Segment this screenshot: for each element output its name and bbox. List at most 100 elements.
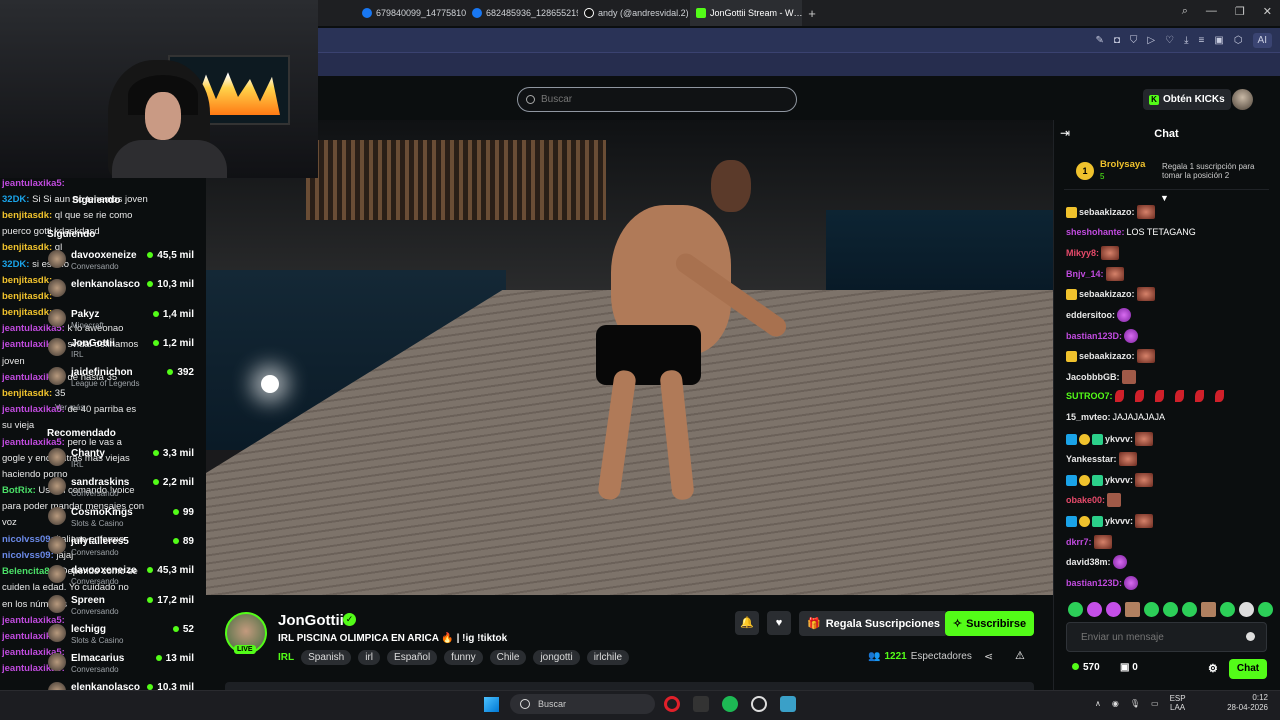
show-more-link[interactable]: Ver más [55,403,84,412]
emote-button[interactable] [1239,602,1254,617]
chat-username[interactable]: SUTROO7: [1066,390,1113,402]
browser-tab-2[interactable]: 682485936_12865521995… [466,0,578,26]
video-player[interactable] [206,120,1053,595]
emote-button[interactable] [1182,602,1197,617]
search-input[interactable] [541,94,771,105]
tag[interactable]: irlchile [586,650,630,665]
steam-icon[interactable] [751,696,767,712]
get-kicks-button[interactable]: K Obtén KICKs [1143,89,1231,110]
chat-username[interactable]: ykvvv: [1105,515,1133,527]
shield-tray-icon[interactable]: ◉ [1112,699,1119,708]
chat-username[interactable]: BotRix: [2,485,36,496]
tag[interactable]: jongotti [533,650,580,665]
wallet-icon[interactable]: ▣ [1214,35,1223,46]
user-avatar[interactable] [1232,89,1253,110]
emote-button[interactable] [1220,602,1235,617]
gear-icon[interactable]: ⚙ [1208,662,1218,675]
chat-username[interactable]: benjitasdk: [2,388,52,399]
notepad-icon[interactable] [780,696,796,712]
subscribe-button[interactable]: ✧ Suscribirse [945,611,1034,636]
search-box[interactable] [517,87,797,112]
emote-button[interactable] [1201,602,1216,617]
emote-button[interactable] [1106,602,1121,617]
chat-username[interactable]: david38m: [1066,556,1111,568]
shield-icon[interactable]: ⛉ [1130,35,1138,46]
chat-username[interactable]: nicolvss09: [2,550,54,561]
gift-subs-button[interactable]: 🎁 Regala Suscripciones [799,611,949,636]
close-button[interactable]: ✕ [1263,5,1272,18]
search-tabs-icon[interactable]: ⌕ [1182,5,1188,18]
send-chat-button[interactable]: Chat [1229,659,1267,679]
chat-username[interactable]: dkrr7: [1066,536,1092,548]
emoji-picker-icon[interactable] [1246,632,1255,641]
chat-username[interactable]: benjitasdk: [2,291,52,302]
chat-username[interactable]: sebaakizazo: [1079,350,1135,362]
chat-username[interactable]: 32DK: [2,194,29,205]
minimize-button[interactable]: — [1206,5,1217,18]
tag[interactable]: irl [358,650,381,665]
chat-username[interactable]: eddersitoo: [1066,309,1115,321]
chat-username[interactable]: 32DK: [2,259,29,270]
chat-username[interactable]: obake00: [1066,494,1105,506]
chat-username[interactable]: jeantulaxika5: [2,178,65,189]
spotify-icon[interactable] [722,696,738,712]
top-gifter-name[interactable]: Brolysaya [1100,159,1145,170]
chat-username[interactable]: sheshohante: [1066,226,1125,238]
chat-username[interactable]: ykvvv: [1105,433,1133,445]
chat-username[interactable]: 15_mvteo: [1066,411,1111,423]
tag[interactable]: Chile [489,650,527,665]
gift-counter[interactable]: ▣ 0 [1120,662,1138,673]
chat-username[interactable]: ykvvv: [1105,474,1133,486]
chat-username[interactable]: bastian123D: [1066,330,1122,342]
chat-username[interactable]: Mikyy8: [1066,247,1099,259]
emote-button[interactable] [1144,602,1159,617]
opera-icon[interactable] [664,696,680,712]
tag[interactable]: Spanish [301,650,352,665]
gift-prompt[interactable]: Regala 1 suscripción para tomar la posic… [1162,162,1267,180]
category-link[interactable]: IRL [278,652,294,663]
chat-username[interactable]: Bnjv_14: [1066,268,1104,280]
edit-icon[interactable]: ✎ [1095,35,1103,46]
maximize-button[interactable]: ❐ [1235,5,1245,18]
follow-button[interactable]: ♥ [767,611,791,635]
chat-username[interactable]: Yankesstar: [1066,453,1117,465]
emote-button[interactable] [1163,602,1178,617]
language-indicator[interactable]: ESP LAA [1170,694,1186,712]
chat-username[interactable]: sebaakizazo: [1079,288,1135,300]
emote-button[interactable] [1125,602,1140,617]
chat-username[interactable]: benjitasdk: [2,242,52,253]
tag[interactable]: funny [444,650,483,665]
epic-games-icon[interactable] [693,696,709,712]
menu-icon[interactable]: ≡ [1199,35,1205,46]
scroll-down-icon[interactable]: ▼ [1160,193,1169,203]
chat-username[interactable]: benjitasdk: [2,210,52,221]
chat-username[interactable]: nicolvss09: [2,534,54,545]
notification-bell-button[interactable]: 🔔 [735,611,759,635]
microphone-icon[interactable]: 🎙 [1130,699,1140,708]
download-icon[interactable]: ⤓ [1184,35,1188,46]
monitor-icon[interactable]: ▭ [1151,699,1159,708]
taskbar-search[interactable]: Buscar [510,694,655,714]
emote-button[interactable] [1087,602,1102,617]
chevron-up-icon[interactable]: ∧ [1095,699,1101,708]
new-tab-button[interactable]: + [802,6,822,21]
channel-name[interactable]: JonGottii [278,612,344,629]
play-icon[interactable]: ▷ [1147,35,1155,46]
chat-username[interactable]: JacobbbGB: [1066,371,1120,383]
share-icon[interactable]: ⋖ [984,650,993,663]
channel-points[interactable]: 570 [1072,662,1100,673]
emote-button[interactable] [1068,602,1083,617]
windows-start-icon[interactable] [484,697,499,712]
emote-button[interactable] [1258,602,1273,617]
chat-username[interactable]: benjitasdk: [2,275,52,286]
tag[interactable]: Español [387,650,438,665]
camera-icon[interactable]: ◘ [1114,35,1120,46]
browser-tab-active[interactable]: JonGottii Stream - W… [690,0,802,26]
report-icon[interactable]: ⚠ [1015,649,1025,662]
browser-tab-1[interactable]: 679840099_1477581087… [356,0,466,26]
clock[interactable]: 0:12 28-04-2026 [1219,693,1268,713]
heart-icon[interactable]: ♡ [1165,35,1174,46]
chat-username[interactable]: benjitasdk: [2,307,52,318]
chat-username[interactable]: sebaakizazo: [1079,206,1135,218]
chat-message-input[interactable] [1066,622,1267,652]
